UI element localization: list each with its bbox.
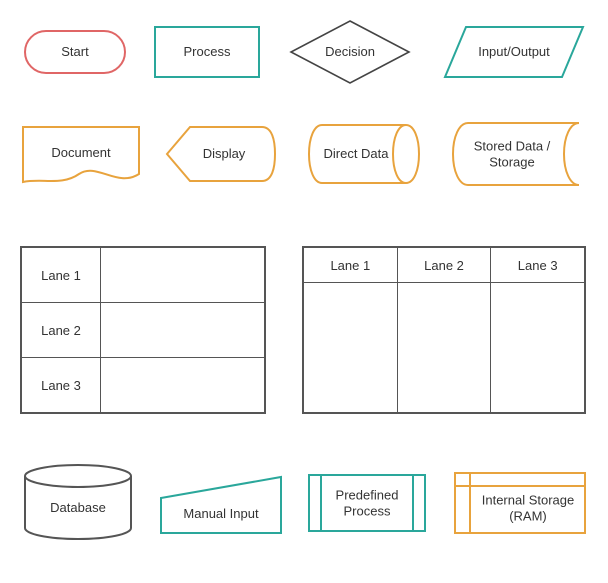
swimlane-h-lane-body: [101, 358, 264, 412]
internal-storage-shape: [454, 472, 586, 534]
swimlane-v-lane-body: [397, 283, 491, 412]
flowchart-shape-legend: Start Process Decision Input/Output Docu…: [0, 0, 608, 583]
io-shape: [444, 26, 584, 78]
swimlane-h-lane-header: Lane 1: [22, 248, 101, 302]
swimlane-v-lane-header: Lane 3: [490, 248, 584, 282]
start-shape: [24, 30, 126, 74]
swimlane-h-lane-header: Lane 3: [22, 358, 101, 412]
display-shape: [166, 126, 276, 182]
database-shape: [24, 464, 132, 540]
swimlane-vertical: Lane 1 Lane 2 Lane 3: [302, 246, 586, 414]
swimlane-v-lane-body: [304, 283, 397, 412]
document-shape: [22, 126, 140, 190]
direct-data-shape: [308, 124, 420, 184]
stored-data-shape: [452, 122, 580, 186]
swimlane-horizontal: Lane 1 Lane 2 Lane 3: [20, 246, 266, 414]
swimlane-h-lane: Lane 3: [22, 357, 264, 412]
swimlane-h-lane: Lane 1: [22, 248, 264, 302]
swimlane-h-lane-header: Lane 2: [22, 303, 101, 357]
swimlane-h-lane-body: [101, 248, 264, 302]
decision-shape: [290, 20, 410, 84]
swimlane-h-lane-body: [101, 303, 264, 357]
manual-input-shape: [160, 476, 282, 534]
swimlane-h-lane: Lane 2: [22, 302, 264, 357]
swimlane-v-lane-body: [490, 283, 584, 412]
swimlane-v-lane-header: Lane 1: [304, 248, 397, 282]
process-shape: [154, 26, 260, 78]
predefined-process-shape: [308, 474, 426, 532]
swimlane-v-lane-header: Lane 2: [397, 248, 491, 282]
